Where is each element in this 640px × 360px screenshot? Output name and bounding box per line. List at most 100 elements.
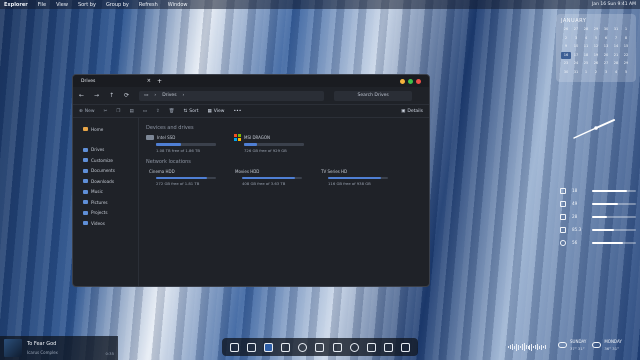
calendar-day[interactable]: 31 (611, 26, 621, 33)
apps-grid-icon[interactable] (247, 342, 257, 352)
calendar-day[interactable]: 26 (561, 26, 571, 33)
explorer-app-icon[interactable] (264, 342, 274, 352)
maximize-button[interactable] (408, 78, 413, 84)
calendar-day[interactable]: 10 (571, 43, 581, 50)
menu-window[interactable]: Window (168, 2, 188, 8)
menu-app-explorer[interactable]: Explorer (4, 2, 28, 8)
calendar-day[interactable]: 11 (581, 43, 591, 50)
calendar-day[interactable]: 29 (591, 26, 601, 33)
browser-app-icon[interactable] (298, 342, 308, 352)
rename-icon[interactable]: ▭ (143, 109, 147, 114)
calendar-day[interactable]: 22 (621, 52, 631, 59)
menu-group-by[interactable]: Group by (106, 2, 129, 8)
details-button[interactable]: ▣ Details (401, 109, 423, 114)
calendar-day[interactable]: 27 (571, 26, 581, 33)
calendar-day[interactable]: 18 (581, 52, 591, 59)
sidebar-item-documents[interactable]: Documents (73, 166, 138, 177)
calendar-day[interactable]: 2 (561, 35, 571, 42)
refresh-icon[interactable]: ⟳ (124, 92, 129, 99)
calendar-day[interactable]: 26 (591, 60, 601, 67)
drive-item[interactable]: Intel SSD 1.08 TB free of 1.86 TB (146, 134, 216, 153)
sidebar-item-customize[interactable]: Customize (73, 155, 138, 166)
new-button[interactable]: ⊕ New (79, 109, 95, 114)
up-arrow-icon[interactable]: ↑ (109, 92, 114, 99)
calendar-day[interactable]: 16 (561, 51, 571, 59)
sidebar-item-downloads[interactable]: Downloads (73, 176, 138, 187)
cut-icon[interactable]: ✂ (104, 109, 108, 114)
calendar-day[interactable]: 19 (591, 52, 601, 59)
calendar-day[interactable]: 3 (601, 69, 611, 76)
calendar-day[interactable]: 14 (611, 43, 621, 50)
calendar-day[interactable]: 28 (581, 26, 591, 33)
sidebar-item-projects[interactable]: Projects (73, 208, 138, 219)
tab-drives[interactable]: Drives × (81, 78, 151, 84)
network-drive-item[interactable]: Cinema HDD 272 GB free of 1.81 TB (146, 168, 216, 186)
calendar-day[interactable]: 1 (581, 69, 591, 76)
copy-icon[interactable]: ❐ (116, 109, 120, 114)
calendar-day[interactable]: 28 (611, 60, 621, 67)
share-icon[interactable]: ⇪ (156, 109, 160, 114)
sidebar-item-music[interactable]: Music (73, 187, 138, 198)
calendar-day[interactable]: 29 (621, 60, 631, 67)
calendar-day[interactable]: 21 (611, 52, 621, 59)
menu-view[interactable]: View (56, 2, 68, 8)
delete-icon[interactable]: 🗑 (169, 109, 175, 114)
menu-sort-by[interactable]: Sort by (78, 2, 96, 8)
calendar-day[interactable]: 13 (601, 43, 611, 50)
calendar-day[interactable]: 27 (601, 60, 611, 67)
address-bar[interactable]: ▭ › Drives › (139, 90, 325, 101)
forward-arrow-icon[interactable]: → (94, 92, 99, 99)
calendar-day[interactable]: 2 (591, 69, 601, 76)
calendar-day[interactable]: 7 (611, 35, 621, 42)
calendar-day[interactable]: 30 (601, 26, 611, 33)
calendar-day[interactable]: 20 (601, 52, 611, 59)
sidebar-item-home[interactable]: Home (73, 124, 138, 135)
calendar-day[interactable]: 23 (561, 60, 571, 67)
menubar-clock[interactable]: Jan 16 Sun 9:41 AM (592, 2, 636, 7)
calendar-day[interactable]: 5 (591, 35, 601, 42)
search-input[interactable]: Search Drives (334, 90, 413, 101)
network-drive-item[interactable]: TV Series HD 116 GB free of 938 GB (318, 168, 388, 186)
calendar-day[interactable]: 24 (571, 60, 581, 67)
close-button[interactable] (416, 78, 421, 84)
trash-app-icon[interactable] (400, 342, 410, 352)
media-player-widget[interactable]: To Fear God Icarus Complex 0:35 (0, 336, 118, 360)
calendar-day[interactable]: 30 (561, 69, 571, 76)
calendar-day[interactable]: 1 (621, 26, 631, 33)
sort-button[interactable]: ⇅ Sort (183, 109, 198, 114)
back-arrow-icon[interactable]: ← (79, 92, 84, 99)
calendar-widget[interactable]: JANUARY 26 27 28 29 30 31 1 2 3 4 5 6 7 8 9 10 11 12 13 14 1… (556, 14, 636, 82)
network-drive-item[interactable]: Movies HDD 408 GB free of 3.63 TB (232, 168, 302, 186)
whatsapp-app-icon[interactable] (349, 342, 359, 352)
menu-refresh[interactable]: Refresh (139, 2, 158, 8)
calendar-day[interactable]: 8 (621, 35, 631, 42)
calendar-day[interactable]: 15 (621, 43, 631, 50)
games-app-icon[interactable] (332, 342, 342, 352)
close-tab-icon[interactable]: × (147, 78, 151, 84)
sidebar-item-drives[interactable]: Drives (73, 145, 138, 156)
music-app-icon[interactable] (281, 342, 291, 352)
home-app-icon[interactable] (230, 342, 240, 352)
paste-icon[interactable]: ▤ (129, 109, 133, 114)
sidebar-item-videos[interactable]: Videos (73, 218, 138, 229)
calendar-day[interactable]: 6 (601, 35, 611, 42)
calendar-day[interactable]: 4 (581, 35, 591, 42)
calendar-day[interactable]: 17 (571, 52, 581, 59)
photos-app-icon[interactable] (315, 342, 325, 352)
minimize-button[interactable] (400, 78, 405, 84)
more-options-icon[interactable]: ••• (233, 109, 241, 114)
mail-app-icon[interactable] (366, 342, 376, 352)
new-tab-icon[interactable]: + (157, 78, 162, 85)
drive-item[interactable]: MSI DRAGON 726 GB free of 929 GB (234, 134, 304, 153)
view-button[interactable]: ▦ View (207, 109, 224, 114)
calendar-day[interactable]: 25 (581, 60, 591, 67)
calendar-day[interactable]: 5 (621, 69, 631, 76)
calendar-day[interactable]: 3 (571, 35, 581, 42)
menu-file[interactable]: File (38, 2, 46, 8)
calendar-day[interactable]: 31 (571, 69, 581, 76)
calendar-day[interactable]: 9 (561, 43, 571, 50)
store-app-icon[interactable] (383, 342, 393, 352)
calendar-day[interactable]: 12 (591, 43, 601, 50)
sidebar-item-pictures[interactable]: Pictures (73, 197, 138, 208)
calendar-day[interactable]: 4 (611, 69, 621, 76)
